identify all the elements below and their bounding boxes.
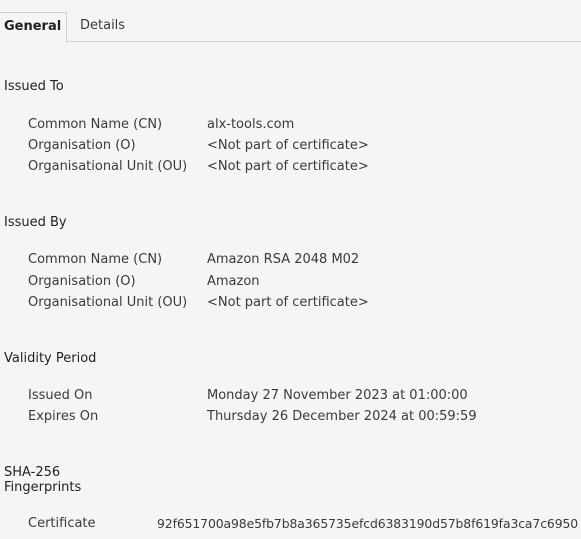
fingerprints-title-line2: Fingerprints <box>4 480 82 495</box>
issued-by-ou-label: Organisational Unit (OU) <box>28 295 188 310</box>
issued-by-cn-value: Amazon RSA 2048 M02 <box>207 252 360 267</box>
issued-on-value: Monday 27 November 2023 at 01:00:00 <box>207 388 468 403</box>
issued-on-label: Issued On <box>28 388 93 403</box>
issued-by-cn-label: Common Name (CN) <box>28 252 163 267</box>
issued-to-o-value: <Not part of certificate> <box>207 138 369 153</box>
certificate-fingerprint-label: Certificate <box>28 516 96 531</box>
issued-to-ou-label: Organisational Unit (OU) <box>28 159 188 174</box>
section-title-issued-to: Issued To <box>4 79 64 94</box>
certificate-fingerprint-value: 92f651700a98e5fb7b8a365735efcd6383190d57… <box>157 516 579 531</box>
fingerprints-title-line1: SHA-256 <box>4 465 61 480</box>
issued-to-cn-value: alx-tools.com <box>207 117 295 132</box>
issued-by-ou-value: <Not part of certificate> <box>207 295 369 310</box>
issued-by-o-label: Organisation (O) <box>28 274 136 289</box>
tab-general[interactable]: General <box>0 12 67 43</box>
issued-by-o-value: Amazon <box>207 274 260 289</box>
section-title-validity: Validity Period <box>4 351 97 366</box>
tab-details[interactable]: Details <box>80 12 125 42</box>
issued-to-ou-value: <Not part of certificate> <box>207 159 369 174</box>
issued-to-cn-label: Common Name (CN) <box>28 117 163 132</box>
section-title-issued-by: Issued By <box>4 215 67 230</box>
expires-on-label: Expires On <box>28 409 99 424</box>
section-title-fingerprints: SHA-256 Fingerprints <box>4 465 94 495</box>
expires-on-value: Thursday 26 December 2024 at 00:59:59 <box>207 409 477 424</box>
tab-bar: General Details <box>0 0 581 43</box>
issued-to-o-label: Organisation (O) <box>28 138 136 153</box>
